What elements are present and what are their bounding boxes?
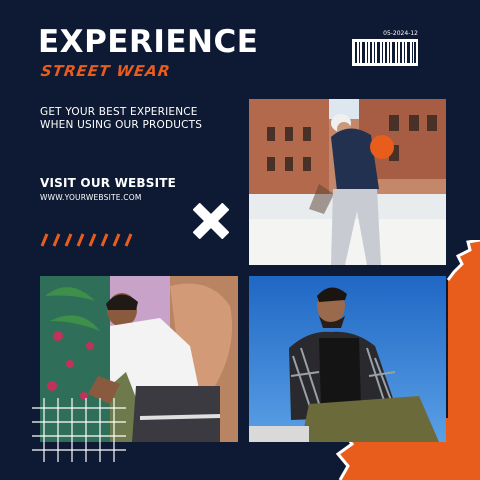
- photo-flannel-sky: [249, 276, 446, 442]
- subtitle: STREET WEAR: [39, 62, 172, 80]
- barcode-icon: [352, 39, 418, 66]
- slash-stripes-icon: [40, 233, 133, 247]
- grid-lines-icon: [32, 398, 126, 462]
- photo-hoodie-rooftop: [249, 99, 446, 265]
- main-title: EXPERIENCE: [38, 24, 259, 60]
- tagline-line-1: GET YOUR BEST EXPERIENCE: [40, 106, 198, 118]
- poster: EXPERIENCE STREET WEAR 05-2024-12 GET YO…: [0, 0, 480, 480]
- tagline-line-2: WHEN USING OUR PRODUCTS: [40, 119, 203, 131]
- barcode-date: 05-2024-12: [383, 30, 418, 37]
- visit-website-heading: VISIT OUR WEBSITE: [40, 176, 177, 190]
- x-cross-icon: [193, 203, 229, 239]
- website-url[interactable]: WWW.YOURWEBSITE.COM: [40, 193, 142, 202]
- tagline: GET YOUR BEST EXPERIENCE WHEN USING OUR …: [40, 106, 240, 132]
